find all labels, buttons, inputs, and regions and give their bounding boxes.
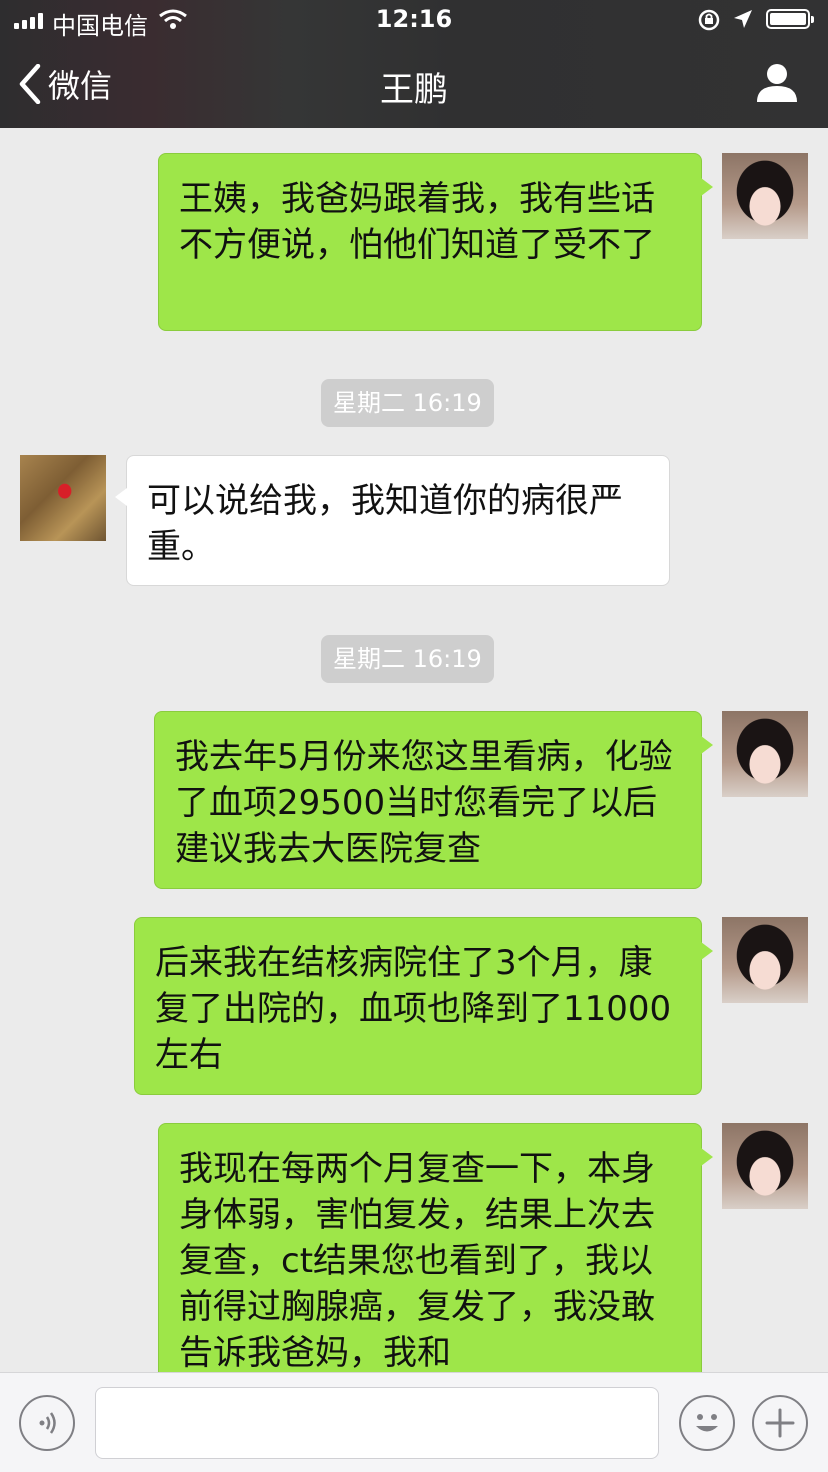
message-bubble-received[interactable]: 可以说给我，我知道你的病很严重。 (115, 455, 670, 586)
voice-icon (39, 1412, 56, 1434)
status-bar: 中国电信 12:16 (0, 0, 828, 40)
message-bubble-sent[interactable]: 王姨，我爸妈跟着我，我有些话不方便说，怕他们知道了受不了 (158, 153, 713, 331)
timestamp: 星期二 16:19 (321, 635, 494, 683)
voice-button[interactable] (19, 1395, 75, 1451)
battery-icon (766, 9, 814, 29)
top-bar: 中国电信 12:16 微信 王鹏 (0, 0, 828, 128)
emoji-icon (696, 1414, 718, 1432)
timestamp: 星期二 16:19 (321, 379, 494, 427)
plus-icon (765, 1408, 795, 1438)
more-button[interactable] (752, 1395, 808, 1451)
input-bar (0, 1372, 828, 1472)
contact-avatar[interactable] (20, 455, 106, 541)
person-icon (757, 64, 797, 102)
message-bubble-sent[interactable]: 我去年5月份来您这里看病，化验了血项29500当时您看完了以后建议我去大医院复查 (154, 711, 713, 889)
my-avatar[interactable] (722, 153, 808, 239)
message-input[interactable] (95, 1387, 659, 1459)
rotation-lock-icon (698, 9, 720, 31)
profile-button[interactable] (755, 62, 799, 108)
emoji-button[interactable] (679, 1395, 735, 1451)
my-avatar[interactable] (722, 711, 808, 797)
message-bubble-sent[interactable]: 后来我在结核病院住了3个月，康复了出院的，血项也降到了11000左右 (134, 917, 713, 1095)
my-avatar[interactable] (722, 1123, 808, 1209)
location-icon (734, 10, 752, 28)
chat-title: 王鹏 (380, 70, 448, 110)
my-avatar[interactable] (722, 917, 808, 1003)
